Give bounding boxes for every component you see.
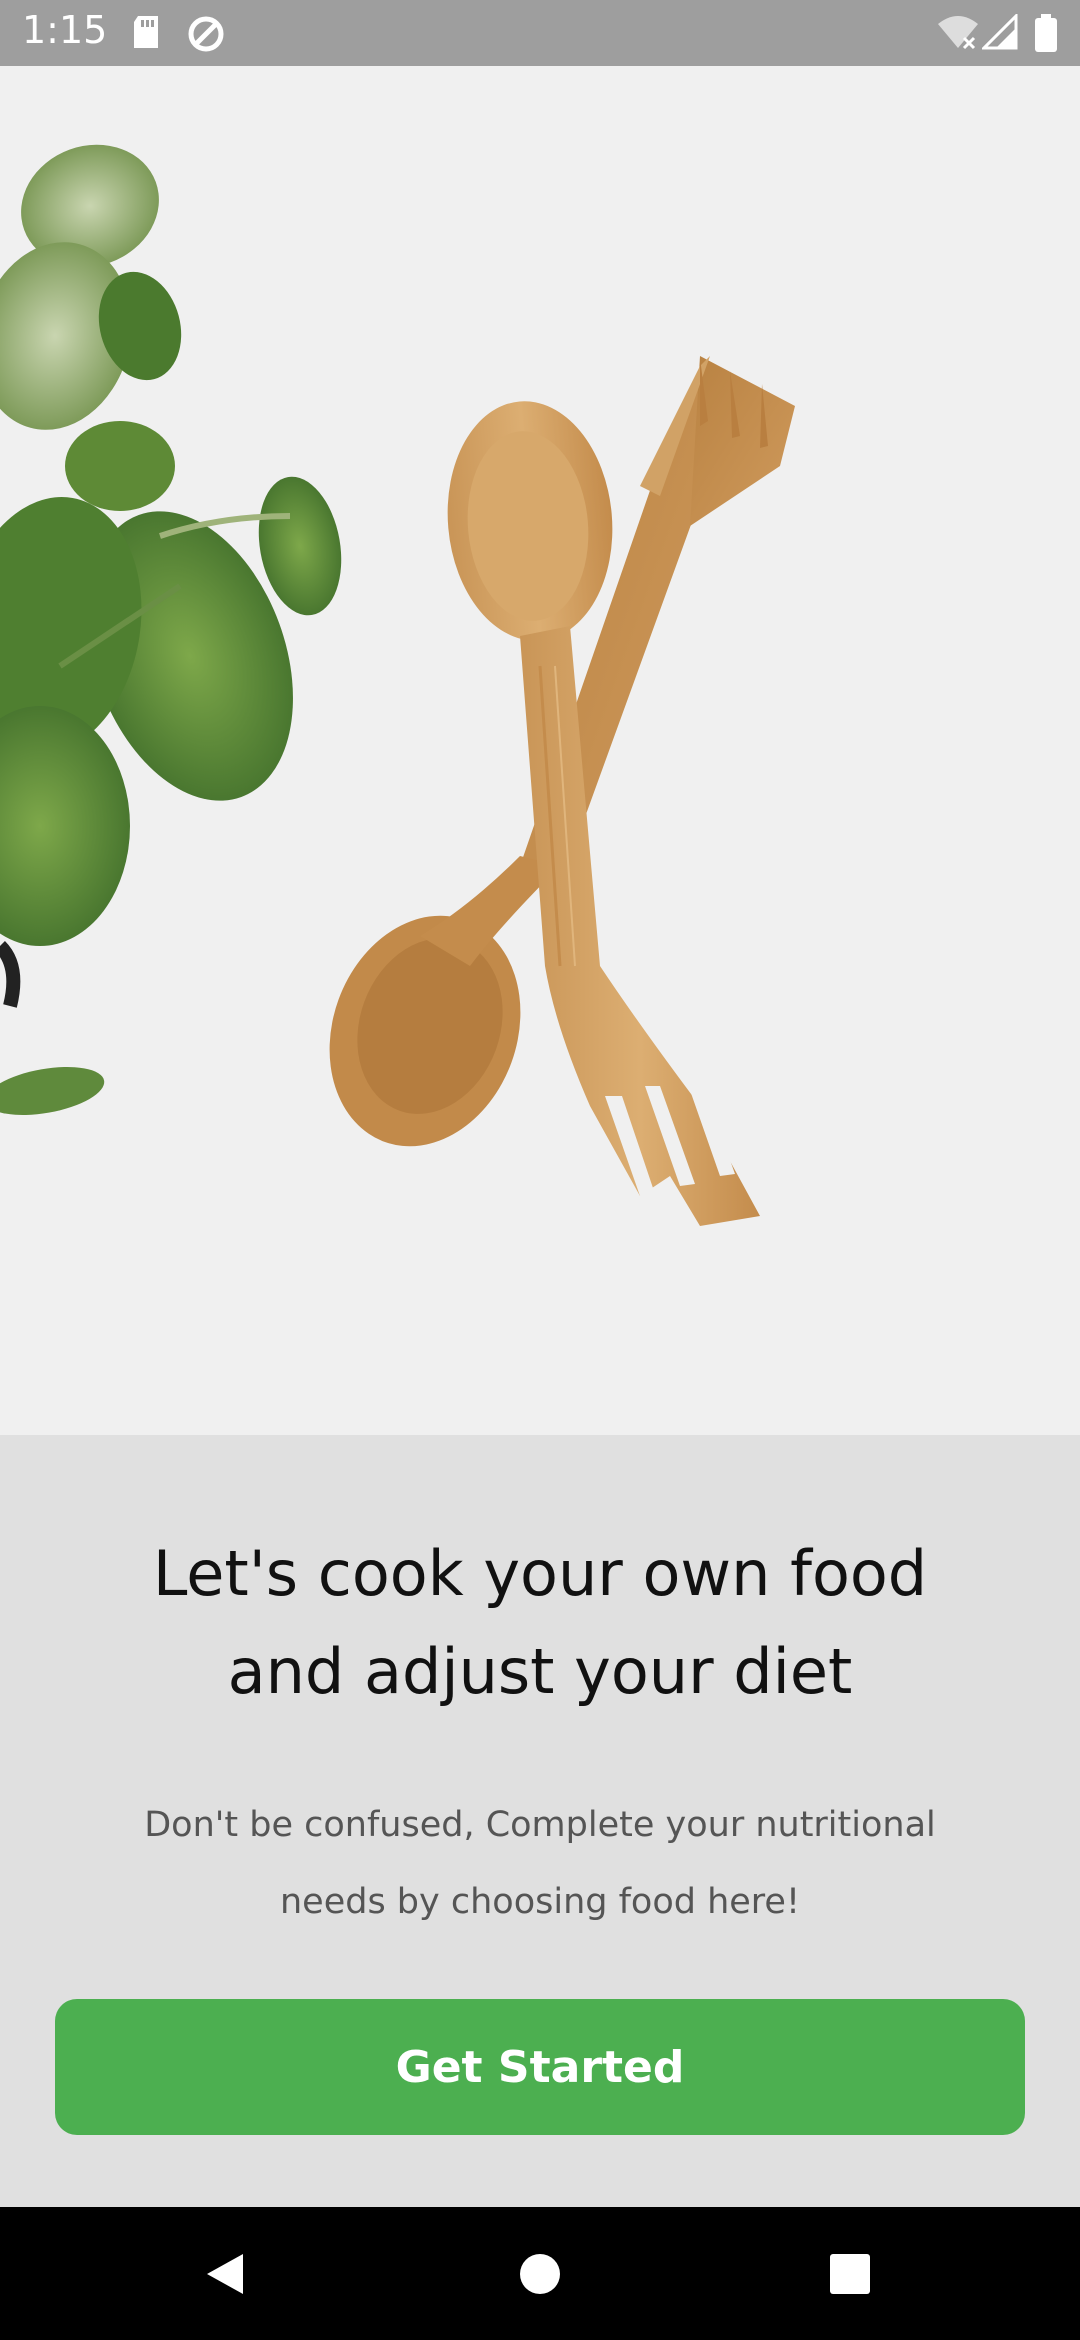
system-nav-bar xyxy=(0,2207,1080,2340)
status-bar: 1:15 xyxy=(0,0,1080,66)
headline-line-2: and adjust your diet xyxy=(227,1635,853,1708)
description: Don't be confused, Complete your nutriti… xyxy=(130,1787,950,1941)
description-line-1: Don't be confused, Complete your nutriti… xyxy=(144,1805,936,1845)
page-title: Let's cook your own food and adjust your… xyxy=(90,1525,990,1721)
hero-image xyxy=(0,66,1080,1435)
description-line-2: needs by choosing food here! xyxy=(279,1882,800,1922)
status-time: 1:15 xyxy=(22,8,108,52)
wifi-off-icon xyxy=(936,14,980,55)
battery-icon xyxy=(1034,14,1058,57)
recents-icon[interactable] xyxy=(790,2207,910,2340)
signal-icon xyxy=(980,12,1018,55)
sync-icon xyxy=(186,14,226,59)
onboarding-content: Let's cook your own food and adjust your… xyxy=(0,1435,1080,2207)
sd-card-icon xyxy=(130,14,162,55)
home-icon[interactable] xyxy=(480,2207,600,2340)
get-started-button[interactable]: Get Started xyxy=(55,1999,1025,2135)
headline-line-1: Let's cook your own food xyxy=(152,1537,928,1610)
back-icon[interactable] xyxy=(165,2207,285,2340)
